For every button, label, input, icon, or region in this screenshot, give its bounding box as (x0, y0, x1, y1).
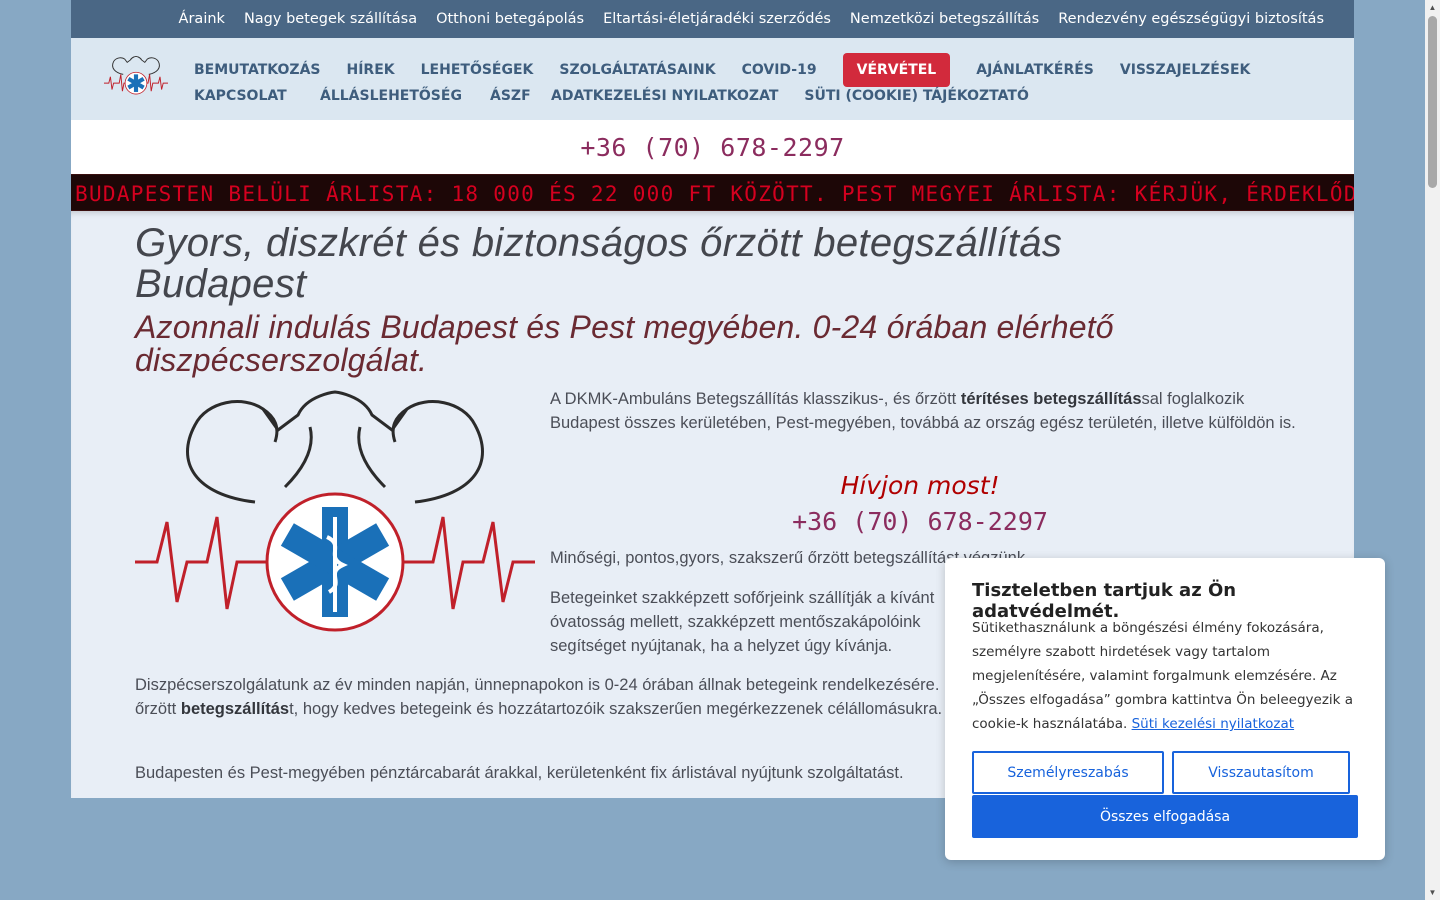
page-title: Gyors, diszkrét és biztonságos őrzött be… (135, 221, 1063, 306)
nav-item-cookie-info[interactable]: SÜTI (COOKIE) TÁJÉKOZTATÓ (804, 88, 1028, 104)
nav-item-services[interactable]: SZOLGÁLTATÁSAINK (559, 62, 715, 78)
phone-bar: +36 (70) 678-2297 (71, 120, 1354, 174)
triangle-down-icon[interactable]: ▼ (1425, 885, 1440, 900)
nav-item-covid[interactable]: COVID-19 (742, 62, 817, 78)
page-scrollbar[interactable]: ▲ ▼ (1425, 0, 1440, 900)
page-subtitle: Azonnali indulás Budapest és Pest megyéb… (135, 309, 1114, 378)
ticker-text: BUDAPESTEN BELÜLI ÁRLISTA: 18 000 ÉS 22 … (75, 182, 1354, 206)
top-link-home-care[interactable]: Otthoni betegápolás (436, 11, 584, 27)
top-link-event-medical[interactable]: Rendezvény egészségügyi biztosítás (1058, 11, 1324, 27)
price-ticker: BUDAPESTEN BELÜLI ÁRLISTA: 18 000 ÉS 22 … (71, 174, 1354, 211)
triangle-up-icon[interactable]: ▲ (1425, 0, 1440, 15)
cookie-text: Sütikethasználunk a böngészési élmény fo… (972, 620, 1354, 732)
scrollbar-thumb[interactable] (1428, 16, 1437, 188)
nav-item-news[interactable]: HÍREK (347, 62, 395, 78)
cookie-policy-link[interactable]: Süti kezelési nyilatkozat (1132, 716, 1295, 732)
nav-row-1: BEMUTATKOZÁS HÍREK LEHETŐSÉGEK SZOLGÁLTA… (194, 53, 1250, 87)
call-now-heading: Hívjon most! (840, 471, 1000, 500)
logo-icon[interactable] (104, 54, 168, 96)
nav-item-feedback[interactable]: VISSZAJELZÉSEK (1120, 62, 1250, 78)
intro-paragraph: A DKMK-Ambuláns Betegszállítás klassziku… (550, 390, 1296, 432)
nav-item-quote[interactable]: AJÁNLATKÉRÉS (976, 62, 1094, 78)
top-link-large-patients[interactable]: Nagy betegek szállítása (244, 11, 417, 27)
cookie-consent-dialog: Tiszteletben tartjuk az Ön adatvédelmét.… (945, 558, 1385, 860)
top-link-annuity-contract[interactable]: Eltartási-életjáradéki szerződés (603, 11, 831, 27)
nav-item-terms[interactable]: ÁSZF (490, 88, 531, 104)
top-link-bar: Áraink Nagy betegek szállítása Otthoni b… (71, 0, 1354, 38)
nav-item-options[interactable]: LEHETŐSÉGEK (421, 62, 534, 78)
nav-item-privacy[interactable]: ADATKEZELÉSI NYILATKOZAT (551, 88, 778, 104)
reject-button[interactable]: Visszautasítom (1172, 751, 1350, 794)
nav-item-jobs[interactable]: ÁLLÁSLEHETŐSÉG (320, 88, 464, 104)
phone-number-link[interactable]: +36 (70) 678-2297 (580, 133, 844, 162)
nav-item-about[interactable]: BEMUTATKOZÁS (194, 62, 321, 78)
company-logo-icon (135, 390, 535, 632)
nav-item-contact[interactable]: KAPCSOLAT (194, 88, 294, 104)
main-navigation: BEMUTATKOZÁS HÍREK LEHETŐSÉGEK SZOLGÁLTA… (71, 38, 1354, 120)
top-link-prices[interactable]: Áraink (179, 11, 225, 27)
accept-all-button[interactable]: Összes elfogadása (972, 795, 1358, 838)
call-now-number[interactable]: +36 (70) 678-2297 (550, 507, 1290, 536)
top-link-international-transport[interactable]: Nemzetközi betegszállítás (850, 11, 1039, 27)
drivers-paragraph: Betegeinket szakképzett sofőrjeink száll… (550, 589, 935, 655)
nav-item-blood-test-button[interactable]: VÉRVÉTEL (842, 53, 951, 87)
nav-row-2: KAPCSOLAT ÁLLÁSLEHETŐSÉG ÁSZF ADATKEZELÉ… (194, 88, 1055, 104)
customize-button[interactable]: Személyreszabás (972, 751, 1164, 794)
